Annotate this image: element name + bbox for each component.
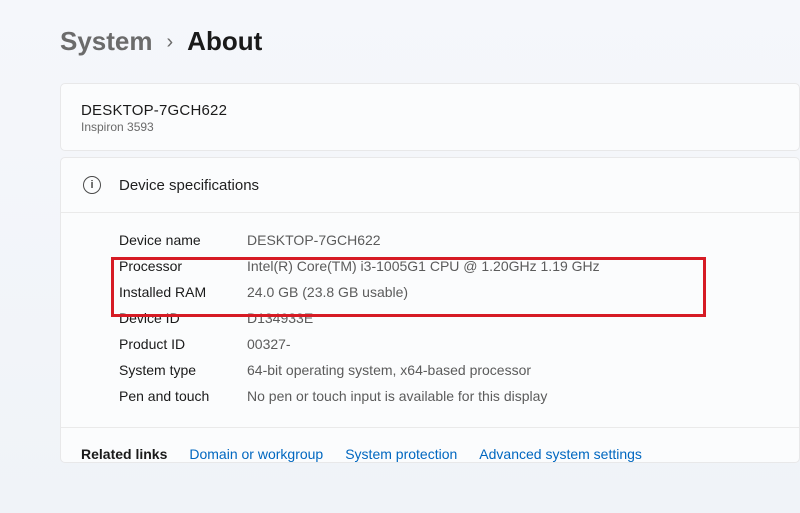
spec-value: 64-bit operating system, x64-based proce…	[247, 362, 531, 378]
link-advanced-system-settings[interactable]: Advanced system settings	[479, 446, 642, 462]
device-specifications-card: i Device specifications Device name DESK…	[60, 157, 800, 463]
spec-label: System type	[119, 362, 247, 378]
spec-label: Product ID	[119, 336, 247, 352]
spec-row-product-id: Product ID 00327-	[119, 331, 779, 357]
breadcrumb-parent[interactable]: System	[60, 26, 153, 57]
specifications-body: Device name DESKTOP-7GCH622 Processor In…	[61, 213, 799, 427]
spec-label: Device ID	[119, 310, 247, 326]
spec-label: Processor	[119, 258, 247, 274]
spec-row-installed-ram: Installed RAM 24.0 GB (23.8 GB usable)	[119, 279, 779, 305]
spec-row-system-type: System type 64-bit operating system, x64…	[119, 357, 779, 383]
related-links-title: Related links	[81, 446, 167, 462]
section-title: Device specifications	[119, 177, 259, 194]
spec-value: DESKTOP-7GCH622	[247, 232, 381, 248]
spec-label: Device name	[119, 232, 247, 248]
spec-row-device-id: Device ID D134933E	[119, 305, 779, 331]
spec-row-processor: Processor Intel(R) Core(TM) i3-1005G1 CP…	[119, 253, 779, 279]
spec-label: Pen and touch	[119, 388, 247, 404]
device-header-card: DESKTOP-7GCH622 Inspiron 3593	[60, 83, 800, 151]
spec-value: 00327-	[247, 336, 291, 352]
about-page: System › About DESKTOP-7GCH622 Inspiron …	[0, 0, 800, 463]
spec-value: Intel(R) Core(TM) i3-1005G1 CPU @ 1.20GH…	[247, 258, 600, 274]
chevron-right-icon: ›	[167, 31, 174, 54]
breadcrumb: System › About	[60, 26, 800, 57]
device-name: DESKTOP-7GCH622	[81, 102, 779, 119]
related-links-row: Related links Domain or workgroup System…	[61, 427, 799, 462]
link-system-protection[interactable]: System protection	[345, 446, 457, 462]
spec-value: 24.0 GB (23.8 GB usable)	[247, 284, 408, 300]
spec-row-device-name: Device name DESKTOP-7GCH622	[119, 227, 779, 253]
spec-value: No pen or touch input is available for t…	[247, 388, 547, 404]
spec-row-pen-touch: Pen and touch No pen or touch input is a…	[119, 383, 779, 409]
spec-value: D134933E	[247, 310, 313, 326]
device-model: Inspiron 3593	[81, 120, 779, 134]
spec-label: Installed RAM	[119, 284, 247, 300]
breadcrumb-current: About	[187, 26, 262, 57]
link-domain-workgroup[interactable]: Domain or workgroup	[189, 446, 323, 462]
device-specifications-header[interactable]: i Device specifications	[61, 158, 799, 213]
info-icon: i	[83, 176, 101, 194]
